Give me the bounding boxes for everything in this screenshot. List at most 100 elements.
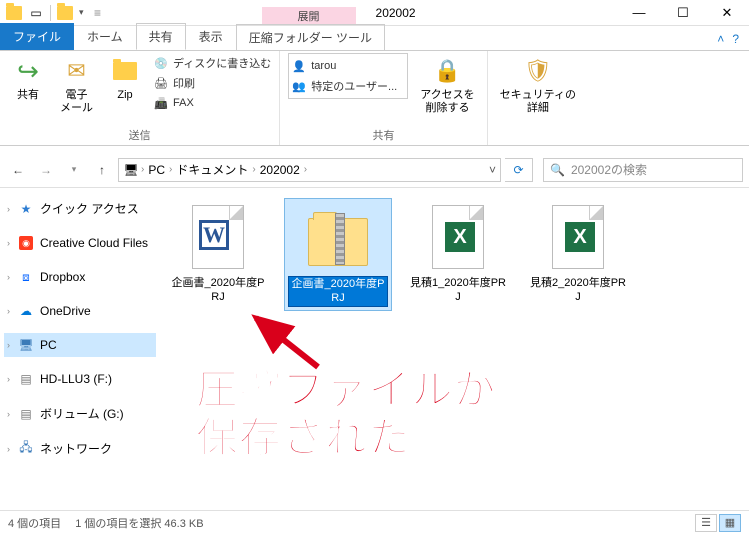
dropbox-label: Dropbox <box>40 270 85 284</box>
navpane-dropbox[interactable]: ›⧈Dropbox <box>4 265 156 289</box>
tab-compressed-tools[interactable]: 圧縮フォルダー ツール <box>236 24 385 50</box>
icons-view-button[interactable]: ▦ <box>719 514 741 532</box>
tab-home[interactable]: ホーム <box>74 23 136 50</box>
vol-label: ボリューム (G:) <box>40 405 124 422</box>
folder-icon <box>6 5 22 21</box>
chevron-right-icon: › <box>304 164 307 175</box>
help-icon[interactable]: ? <box>732 32 739 46</box>
file-label: 企画書_2020年度PRJ <box>168 276 268 305</box>
forward-button[interactable]: → <box>34 158 58 182</box>
window-title: 202002 <box>376 6 416 20</box>
burn-button[interactable]: 💿ディスクに書き込む <box>153 53 271 73</box>
navpane-network[interactable]: ›🖧ネットワーク <box>4 436 156 461</box>
navpane-pc[interactable]: ›🖥PC <box>4 333 156 357</box>
chevron-right-icon: › <box>7 306 10 316</box>
tab-file[interactable]: ファイル <box>0 23 74 50</box>
navpane-hd[interactable]: ›▤HD-LLU3 (F:) <box>4 367 156 391</box>
crumb-pc[interactable]: PC <box>146 163 167 177</box>
address-bar[interactable]: 🖥 › PC › ドキュメント › 202002 › ˅ <box>118 158 501 182</box>
file-item[interactable]: X 見積1_2020年度PRJ <box>404 198 512 309</box>
close-button[interactable]: ✕ <box>705 0 749 26</box>
navpane-volume[interactable]: › ▤ ボリューム (G:) <box>4 401 156 426</box>
ribbon-group-security: 🛡 セキュリティの 詳細 <box>488 51 588 145</box>
onedrive-label: OneDrive <box>40 304 91 318</box>
chevron-right-icon: › <box>7 238 10 248</box>
zip-folder-icon <box>306 202 370 272</box>
user-label: tarou <box>311 60 336 72</box>
zip-button[interactable]: Zip <box>105 53 145 104</box>
file-item-selected[interactable]: 企画書_2020年度PRJ <box>284 198 392 311</box>
fax-button[interactable]: 📠FAX <box>153 93 271 113</box>
print-label: 印刷 <box>173 75 195 91</box>
user-icon: 👤 <box>291 58 307 74</box>
fax-label: FAX <box>173 97 194 109</box>
search-icon: 🔍 <box>550 163 565 177</box>
crumb-folder[interactable]: 202002 <box>258 163 302 177</box>
maximize-button[interactable]: ☐ <box>661 0 705 26</box>
file-item[interactable]: W 企画書_2020年度PRJ <box>164 198 272 309</box>
cc-label: Creative Cloud Files <box>40 236 148 250</box>
users-icon: 👥 <box>291 78 307 94</box>
lock-green-icon: 🔒 <box>431 55 463 87</box>
specific-users[interactable]: 👥特定のユーザー... <box>291 76 405 96</box>
open-folder-icon[interactable] <box>57 5 73 21</box>
tab-view[interactable]: 表示 <box>186 23 236 50</box>
share-label: 共有 <box>17 89 39 102</box>
group-send-label: 送信 <box>129 127 151 144</box>
tab-share[interactable]: 共有 <box>136 23 186 50</box>
security-label: セキュリティの 詳細 <box>500 89 576 115</box>
navpane-quick-access[interactable]: › ★ クイック アクセス <box>4 196 156 221</box>
hd-label: HD-LLU3 (F:) <box>40 372 112 386</box>
email-button[interactable]: ✉ 電子 メール <box>56 53 97 117</box>
address-dropdown-icon[interactable]: ˅ <box>489 163 496 177</box>
chevron-right-icon: › <box>7 409 10 419</box>
zip-label: Zip <box>117 89 132 102</box>
specific-label: 特定のユーザー... <box>311 78 397 94</box>
separator <box>50 5 51 21</box>
overflow-icon[interactable]: ≡ <box>90 5 106 21</box>
zip-icon <box>109 55 141 87</box>
envelope-icon: ✉ <box>61 55 93 87</box>
navigation-pane: › ★ クイック アクセス › ◉ Creative Cloud Files ›⧈Dro… <box>0 188 160 508</box>
file-label-editing[interactable]: 企画書_2020年度PRJ <box>288 276 388 307</box>
user-tarou[interactable]: 👤 tarou <box>291 56 405 76</box>
excel-doc-icon: X <box>546 202 610 272</box>
star-icon: ★ <box>18 201 34 217</box>
chevron-right-icon: › <box>7 444 10 454</box>
status-selection: 1 個の項目を選択 46.3 KB <box>75 515 203 531</box>
print-button[interactable]: 🖨印刷 <box>153 73 271 93</box>
ribbon-collapse-icon[interactable]: ˄ <box>717 32 724 46</box>
file-item[interactable]: X 見積2_2020年度PRJ <box>524 198 632 309</box>
chevron-right-icon: › <box>7 272 10 282</box>
pc-label: PC <box>40 338 57 352</box>
qat-dropdown-icon[interactable]: ▾ <box>79 7 84 18</box>
disc-icon: 💿 <box>153 55 169 71</box>
quick-access-label: クイック アクセス <box>40 200 139 217</box>
back-button[interactable]: ← <box>6 158 30 182</box>
security-details-button[interactable]: 🛡 セキュリティの 詳細 <box>496 53 580 117</box>
printer-icon: 🖨 <box>153 75 169 91</box>
chevron-right-icon: › <box>169 164 172 175</box>
navpane-onedrive[interactable]: ›☁OneDrive <box>4 299 156 323</box>
up-button[interactable]: ↑ <box>90 158 114 182</box>
search-placeholder: 202002の検索 <box>571 161 647 178</box>
history-dropdown[interactable]: ▾ <box>62 158 86 182</box>
chevron-right-icon: › <box>7 204 10 214</box>
ribbon: ↪ 共有 ✉ 電子 メール Zip 💿ディスクに書き込む 🖨印刷 📠FAX 送信… <box>0 50 749 146</box>
drive-icon: ▤ <box>18 406 34 422</box>
props-icon[interactable]: ▭ <box>28 5 44 21</box>
ribbon-tabs: ファイル ホーム 共有 表示 圧縮フォルダー ツール ˄ ? <box>0 26 749 50</box>
remove-access-button[interactable]: 🔒 アクセスを 削除する <box>416 53 478 117</box>
shield-icon: 🛡 <box>522 55 554 87</box>
remove-access-label: アクセスを 削除する <box>420 89 474 115</box>
status-item-count: 4 個の項目 <box>8 515 61 531</box>
search-box[interactable]: 🔍 202002の検索 <box>543 158 743 182</box>
details-view-button[interactable]: ☰ <box>695 514 717 532</box>
share-button[interactable]: ↪ 共有 <box>8 53 48 104</box>
share-with-list[interactable]: 👤 tarou 👥特定のユーザー... <box>288 53 408 99</box>
minimize-button[interactable]: — <box>617 0 661 26</box>
crumb-documents[interactable]: ドキュメント <box>174 161 250 178</box>
navpane-creative-cloud[interactable]: › ◉ Creative Cloud Files <box>4 231 156 255</box>
refresh-button[interactable]: ⟳ <box>505 158 533 182</box>
cc-icon: ◉ <box>18 235 34 251</box>
